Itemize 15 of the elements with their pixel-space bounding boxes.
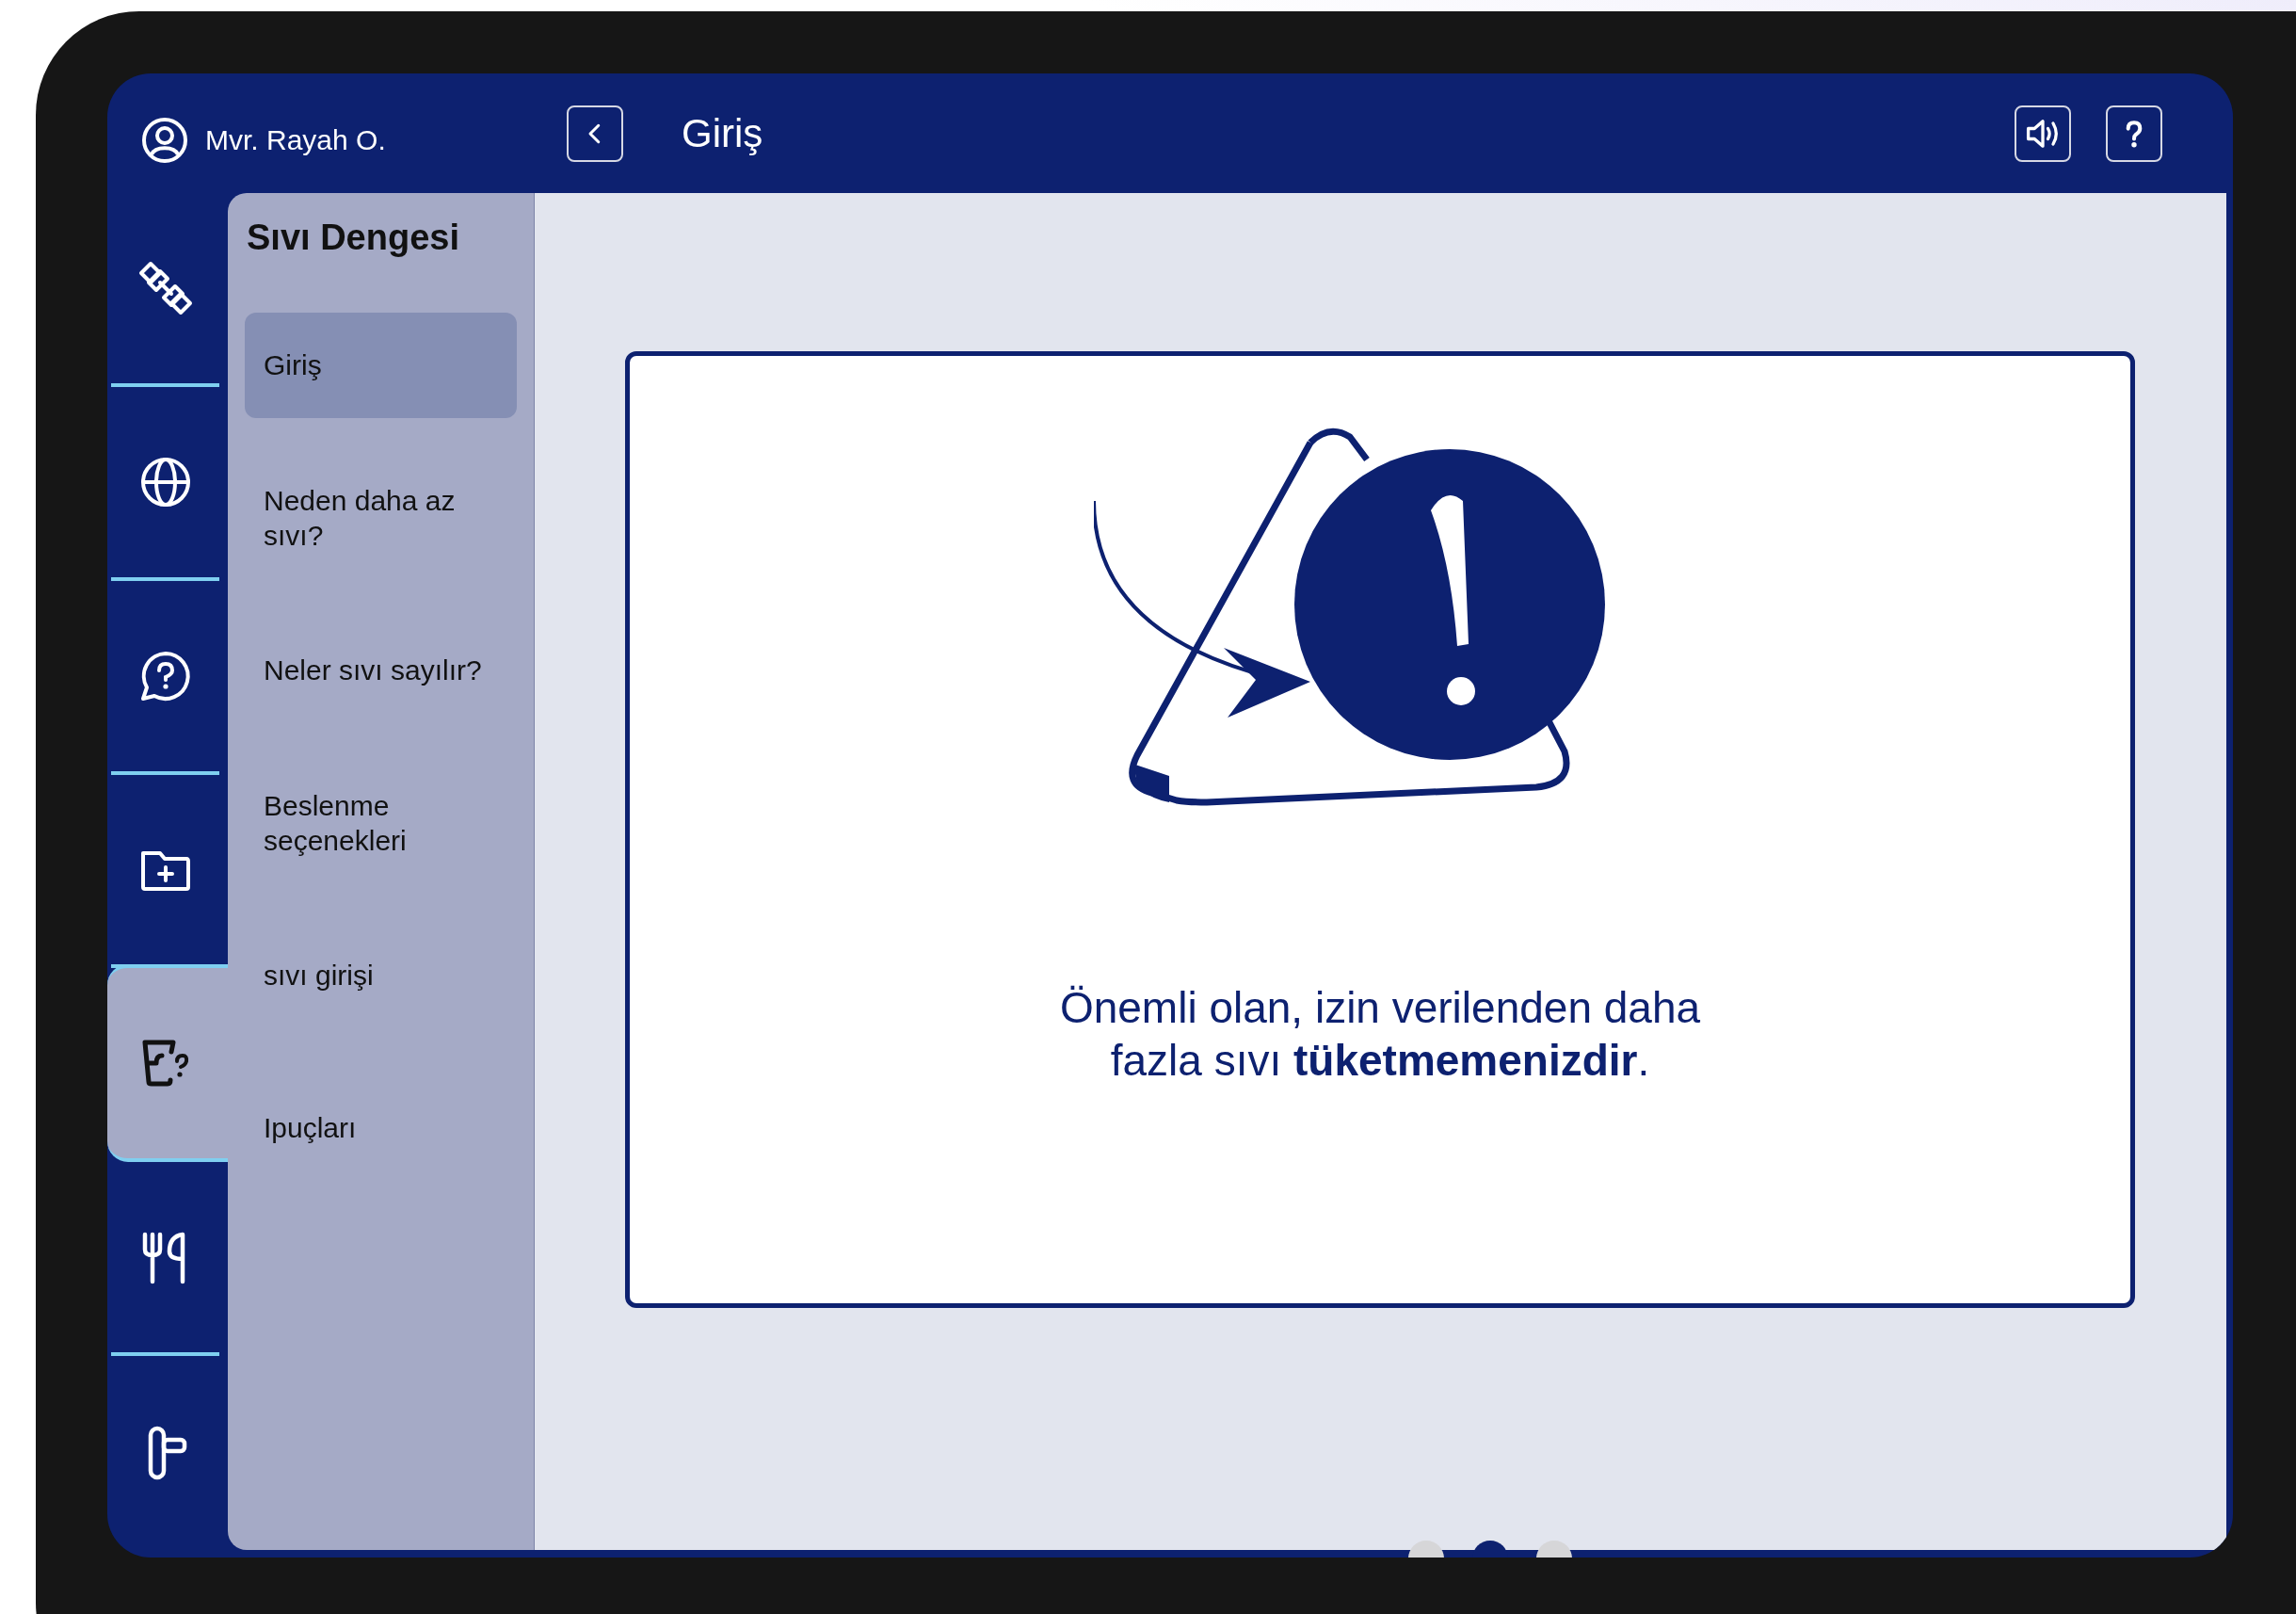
- help-button[interactable]: [2106, 105, 2162, 162]
- message-text: Önemli olan, izin verilenden daha fazla sıvı tüketmemenizdir.: [1058, 982, 1702, 1088]
- submenu-item[interactable]: Beslenme seçenekleri: [245, 770, 517, 876]
- submenu-item[interactable]: Neler sıvı sayılır?: [245, 618, 517, 723]
- nav-tab[interactable]: [107, 964, 228, 1163]
- speaker-button[interactable]: [2015, 105, 2071, 162]
- back-button[interactable]: [567, 105, 623, 162]
- page-title: Giriş: [682, 110, 763, 156]
- submenu-item[interactable]: Giriş: [245, 313, 517, 418]
- user-name: Mvr. Rayah O.: [205, 123, 386, 156]
- submenu-item[interactable]: sıvı girişi: [245, 923, 517, 1028]
- submenu-item[interactable]: Neden daha az sıvı?: [245, 465, 517, 571]
- submenu-item[interactable]: Ipuçları: [245, 1075, 517, 1181]
- section-title: Sıvı Dengesi: [247, 218, 460, 258]
- user-icon: [141, 116, 188, 164]
